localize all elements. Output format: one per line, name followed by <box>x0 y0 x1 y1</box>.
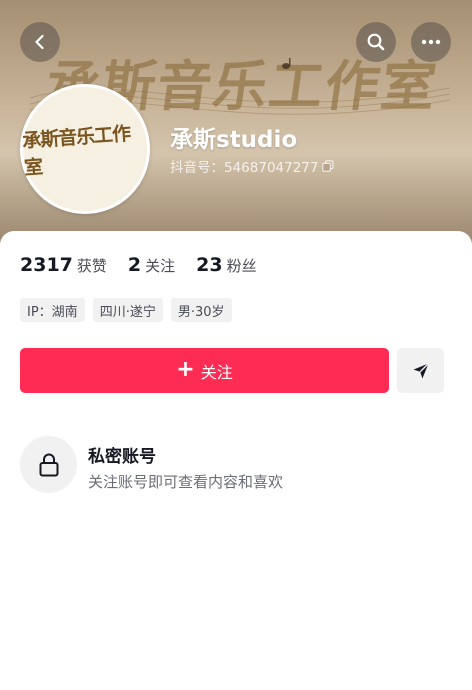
profile-sheet: 2317 获赞 2 关注 23 粉丝 IP：湖南 四川·遂宁 男·30岁 + 关… <box>0 231 472 690</box>
avatar[interactable]: 承斯音乐工作室 <box>20 84 150 214</box>
douyin-id-row[interactable]: 抖音号：54687047277 <box>170 156 335 176</box>
chevron-left-icon <box>35 34 44 50</box>
back-button[interactable] <box>20 22 60 62</box>
stat-likes[interactable]: 2317 获赞 <box>20 254 107 276</box>
tag-region: 四川·遂宁 <box>92 298 163 322</box>
profile-tags: IP：湖南 四川·遂宁 男·30岁 <box>20 298 232 322</box>
more-horizontal-icon <box>421 39 441 45</box>
lock-icon <box>39 453 58 476</box>
stat-following-value: 2 <box>127 254 142 276</box>
stat-likes-label: 获赞 <box>76 257 107 275</box>
stat-likes-value: 2317 <box>20 254 73 276</box>
profile-nickname: 承斯studio <box>170 127 298 153</box>
profile-stats: 2317 获赞 2 关注 23 粉丝 <box>20 254 278 276</box>
search-icon <box>367 33 385 51</box>
stat-following-label: 关注 <box>145 257 176 275</box>
stat-following[interactable]: 2 关注 <box>128 254 175 276</box>
follow-button[interactable]: + 关注 <box>20 348 389 393</box>
tag-ip-location: IP：湖南 <box>20 298 85 322</box>
douyin-id-text: 抖音号：54687047277 <box>170 160 319 176</box>
stat-followers[interactable]: 23 粉丝 <box>196 254 256 276</box>
more-button[interactable] <box>411 22 451 62</box>
lock-icon-container <box>20 436 77 493</box>
follow-button-label: 关注 <box>200 362 233 382</box>
plus-icon: + <box>176 356 195 382</box>
stat-followers-value: 23 <box>196 254 223 276</box>
avatar-logo-text: 承斯音乐工作室 <box>21 122 131 180</box>
search-button[interactable] <box>356 22 396 62</box>
stat-followers-label: 粉丝 <box>226 257 257 275</box>
private-account-notice: 私密账号 关注账号即可查看内容和喜欢 <box>20 436 452 496</box>
share-button[interactable] <box>397 348 444 393</box>
copy-icon[interactable] <box>322 160 335 172</box>
send-icon <box>413 362 429 378</box>
private-account-subtitle: 关注账号即可查看内容和喜欢 <box>88 473 284 491</box>
private-account-title: 私密账号 <box>88 447 156 467</box>
tag-gender-age: 男·30岁 <box>170 298 232 322</box>
